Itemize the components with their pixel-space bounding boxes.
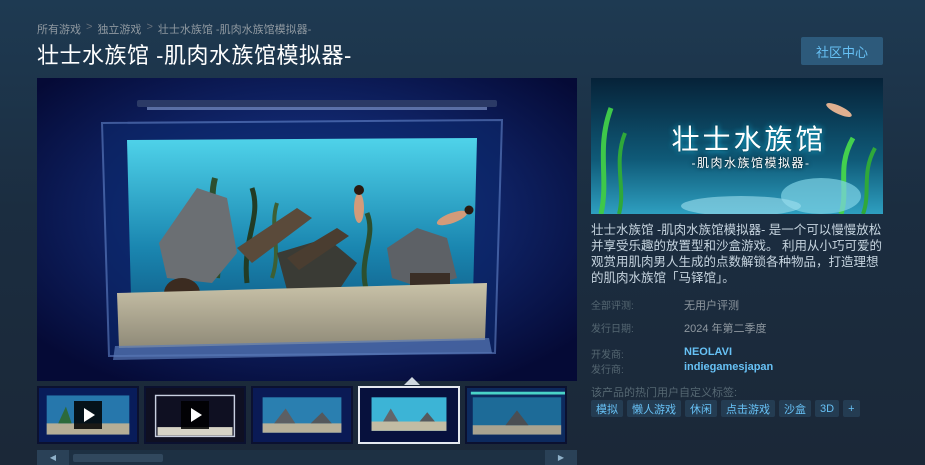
breadcrumb-current-game[interactable]: 壮士水族馆 -肌肉水族馆模拟器- (158, 21, 311, 37)
tag-idler[interactable]: 懒人游戏 (627, 400, 681, 417)
capsule-subtitle: -肌肉水族馆模拟器- (691, 156, 811, 170)
release-date-value: 2024 年第二季度 (684, 323, 767, 335)
publisher-label: 发行商: (591, 365, 624, 376)
page-title: 壮士水族馆 -肌肉水族馆模拟器- (37, 43, 352, 68)
breadcrumb-separator: > (86, 21, 93, 33)
play-icon (181, 401, 209, 429)
tag-3d[interactable]: 3D (815, 400, 840, 417)
breadcrumb: 所有游戏 > 独立游戏 > 壮士水族馆 -肌肉水族馆模拟器- (37, 21, 311, 37)
reviews-value: 无用户评测 (684, 300, 739, 312)
breadcrumb-indie[interactable]: 独立游戏 (97, 21, 141, 37)
breadcrumb-separator: > (146, 21, 153, 33)
thumbnail-image (467, 388, 565, 442)
arrow-left-icon[interactable]: ◀ (37, 450, 69, 465)
scrollbar-handle[interactable] (73, 454, 163, 462)
capsule-title: 壮士水族馆 (671, 123, 827, 156)
thumbnail-image (253, 388, 351, 442)
tag-casual[interactable]: 休闲 (685, 400, 717, 417)
tags-label: 该产品的热门用户自定义标签: (591, 387, 738, 399)
tag-simulation[interactable]: 模拟 (591, 400, 623, 417)
game-header-image: 壮士水族馆 -肌肉水族馆模拟器- (591, 78, 883, 214)
reviews-row: 全部评测: 无用户评测 (591, 297, 739, 313)
game-description: 壮士水族馆 -肌肉水族馆模拟器- 是一个可以慢慢放松并享受乐趣的放置型和沙盒游戏… (591, 223, 882, 285)
thumbnail-scrollbar[interactable]: ◀ ▶ (37, 450, 577, 465)
tag-list: 模拟 懒人游戏 休闲 点击游戏 沙盒 3D + (591, 400, 860, 417)
thumbnail-video-1[interactable] (37, 386, 139, 444)
thumbnail-strip (37, 386, 577, 446)
community-hub-button[interactable]: 社区中心 (801, 37, 883, 65)
reviews-label: 全部评测: (591, 301, 634, 312)
selected-thumbnail-indicator (404, 377, 420, 385)
tag-sandbox[interactable]: 沙盒 (779, 400, 811, 417)
arrow-right-icon[interactable]: ▶ (545, 450, 577, 465)
release-date-label: 发行日期: (591, 324, 634, 335)
thumbnail-screenshot-2-selected[interactable] (358, 386, 460, 444)
thumbnail-image (360, 388, 458, 442)
breadcrumb-all-games[interactable]: 所有游戏 (37, 21, 81, 37)
publisher-link[interactable]: indiegamesjapan (684, 361, 773, 376)
developer-row: 开发商: NEOLAVI (591, 346, 732, 361)
release-date-row: 发行日期: 2024 年第二季度 (591, 320, 767, 336)
thumbnail-screenshot-3[interactable] (465, 386, 567, 444)
thumbnail-screenshot-1[interactable] (251, 386, 353, 444)
play-icon (74, 401, 102, 429)
developer-label: 开发商: (591, 350, 624, 361)
thumbnail-video-2[interactable] (144, 386, 246, 444)
developer-link[interactable]: NEOLAVI (684, 346, 732, 361)
publisher-row: 发行商: indiegamesjapan (591, 361, 773, 376)
aquarium-screenshot-image (37, 78, 577, 381)
add-tag-button[interactable]: + (843, 400, 860, 417)
main-screenshot[interactable] (37, 78, 577, 381)
tag-clicker[interactable]: 点击游戏 (721, 400, 775, 417)
